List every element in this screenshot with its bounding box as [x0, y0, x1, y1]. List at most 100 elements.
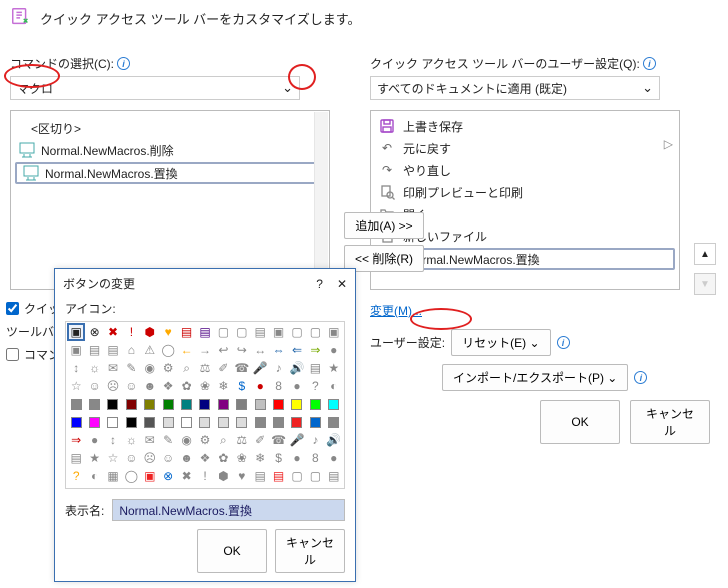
icon-cell[interactable]: ✐ [251, 431, 269, 449]
icon-cell[interactable]: ▤ [196, 323, 214, 341]
icon-cell[interactable]: ☹ [104, 377, 122, 395]
icon-cell[interactable]: ⚖ [196, 359, 214, 377]
close-button[interactable]: ✕ [337, 277, 347, 291]
icon-cell[interactable]: ❄ [214, 377, 232, 395]
reset-button[interactable]: リセット(E) ⌄ [451, 329, 550, 356]
icon-cell[interactable]: ↩ [214, 341, 232, 359]
icon-cell[interactable]: ▤ [306, 359, 324, 377]
icon-cell[interactable]: ▢ [233, 323, 251, 341]
icon-cell[interactable] [122, 395, 140, 413]
icon-cell[interactable]: ⌕ [177, 359, 195, 377]
icon-cell[interactable]: ✿ [177, 377, 195, 395]
icon-cell[interactable] [177, 395, 195, 413]
icon-cell[interactable]: ⌂ [122, 341, 140, 359]
checkbox-command-input[interactable] [6, 348, 19, 361]
icon-cell[interactable]: ⇒ [306, 341, 324, 359]
icon-cell[interactable]: ▤ [269, 467, 287, 485]
icon-cell[interactable]: ☆ [104, 449, 122, 467]
icon-cell[interactable]: ★ [85, 449, 103, 467]
icon-cell[interactable]: ! [122, 323, 140, 341]
list-item[interactable]: Normal.NewMacros.削除 [11, 139, 329, 161]
icon-cell[interactable] [104, 395, 122, 413]
icon-cell[interactable]: $ [233, 377, 251, 395]
icon-cell[interactable]: ▣ [67, 341, 85, 359]
list-item[interactable]: 上書き保存 [371, 115, 679, 137]
icon-cell[interactable]: ▣ [325, 323, 343, 341]
icon-cell[interactable]: ★ [325, 359, 343, 377]
icon-cell[interactable]: ❀ [233, 449, 251, 467]
icon-cell[interactable] [251, 395, 269, 413]
icon-cell[interactable]: ☺ [85, 377, 103, 395]
icon-cell[interactable]: ▣ [67, 485, 85, 489]
icon-cell[interactable] [141, 395, 159, 413]
icon-cell[interactable]: 8 [269, 377, 287, 395]
icon-cell[interactable] [214, 413, 232, 431]
icon-cell[interactable]: ▤ [85, 341, 103, 359]
icon-cell[interactable] [196, 395, 214, 413]
icon-cell[interactable]: ❀ [196, 377, 214, 395]
icon-cell[interactable]: ◐ [325, 377, 343, 395]
display-name-input[interactable] [112, 499, 345, 521]
icon-cell[interactable]: ♪ [269, 359, 287, 377]
icon-cell[interactable]: ◯ [233, 485, 251, 489]
icon-cell[interactable]: 🎤 [251, 359, 269, 377]
icon-cell[interactable]: ! [196, 467, 214, 485]
icon-grid[interactable]: ▣⊗✖!⬢♥▤▤▢▢▤▣▢▢▣▣▤▤⌂⚠◯←→↩↪↔⇔⇐⇒●↕☼✉✎◉⚙⌕⚖✐☎… [65, 321, 345, 489]
icon-cell[interactable] [325, 413, 343, 431]
icon-cell[interactable]: ☎ [269, 431, 287, 449]
icon-cell[interactable]: ▤ [67, 449, 85, 467]
icon-cell[interactable]: ← [251, 485, 269, 489]
icon-cell[interactable] [159, 413, 177, 431]
icon-cell[interactable] [269, 395, 287, 413]
icon-cell[interactable]: ▣ [269, 323, 287, 341]
icon-cell[interactable]: ▣ [122, 485, 140, 489]
icon-cell[interactable] [85, 395, 103, 413]
icon-cell[interactable]: ☻ [177, 449, 195, 467]
icon-cell[interactable] [251, 413, 269, 431]
icon-cell[interactable] [233, 395, 251, 413]
icon-cell[interactable]: ☺ [122, 449, 140, 467]
icon-cell[interactable]: ▤ [325, 467, 343, 485]
icon-cell[interactable]: ☺ [159, 449, 177, 467]
list-item[interactable]: ↶ 元に戻す ▷ [371, 137, 679, 159]
icon-cell[interactable]: ▤ [177, 323, 195, 341]
icon-cell[interactable]: ✎ [122, 359, 140, 377]
icon-cell[interactable]: ⌂ [196, 485, 214, 489]
ok-button[interactable]: OK [540, 400, 620, 444]
icon-cell[interactable]: ♪ [306, 431, 324, 449]
icon-cell[interactable] [67, 395, 85, 413]
icon-cell[interactable]: ❄ [251, 449, 269, 467]
icon-cell[interactable]: ▢ [306, 467, 324, 485]
icon-cell[interactable]: ✉ [104, 359, 122, 377]
icon-cell[interactable]: ↕ [104, 431, 122, 449]
icon-cell[interactable]: ☼ [122, 431, 140, 449]
icon-cell[interactable]: ▤ [251, 467, 269, 485]
dialog-ok-button[interactable]: OK [197, 529, 267, 573]
icon-cell[interactable]: ◉ [177, 431, 195, 449]
import-export-button[interactable]: インポート/エクスポート(P) ⌄ [442, 364, 628, 391]
icon-cell[interactable]: ◯ [122, 467, 140, 485]
icon-cell[interactable]: ▣ [67, 323, 85, 341]
icon-cell[interactable]: → [196, 341, 214, 359]
info-icon[interactable]: i [643, 57, 656, 70]
dialog-cancel-button[interactable]: キャンセル [275, 529, 345, 573]
icon-cell[interactable]: 🎤 [288, 431, 306, 449]
icon-cell[interactable] [196, 413, 214, 431]
icon-cell[interactable]: ⇐ [288, 341, 306, 359]
icon-cell[interactable]: ◐ [85, 467, 103, 485]
icon-cell[interactable]: ✎ [159, 431, 177, 449]
icon-cell[interactable] [233, 413, 251, 431]
icon-cell[interactable]: ⬢ [214, 467, 232, 485]
icon-cell[interactable]: ← [177, 341, 195, 359]
icon-cell[interactable] [325, 395, 343, 413]
icon-cell[interactable] [159, 395, 177, 413]
icon-cell[interactable]: ◯ [159, 341, 177, 359]
list-item[interactable]: Normal.NewMacros.置換 [15, 162, 325, 184]
icon-cell[interactable]: ↪ [306, 485, 324, 489]
info-icon[interactable]: i [634, 371, 647, 384]
icon-cell[interactable] [214, 395, 232, 413]
icon-cell[interactable]: ☼ [85, 359, 103, 377]
icon-cell[interactable]: ▢ [85, 485, 103, 489]
add-button[interactable]: 追加(A) >> [344, 212, 424, 239]
icon-cell[interactable]: ▣ [141, 485, 159, 489]
